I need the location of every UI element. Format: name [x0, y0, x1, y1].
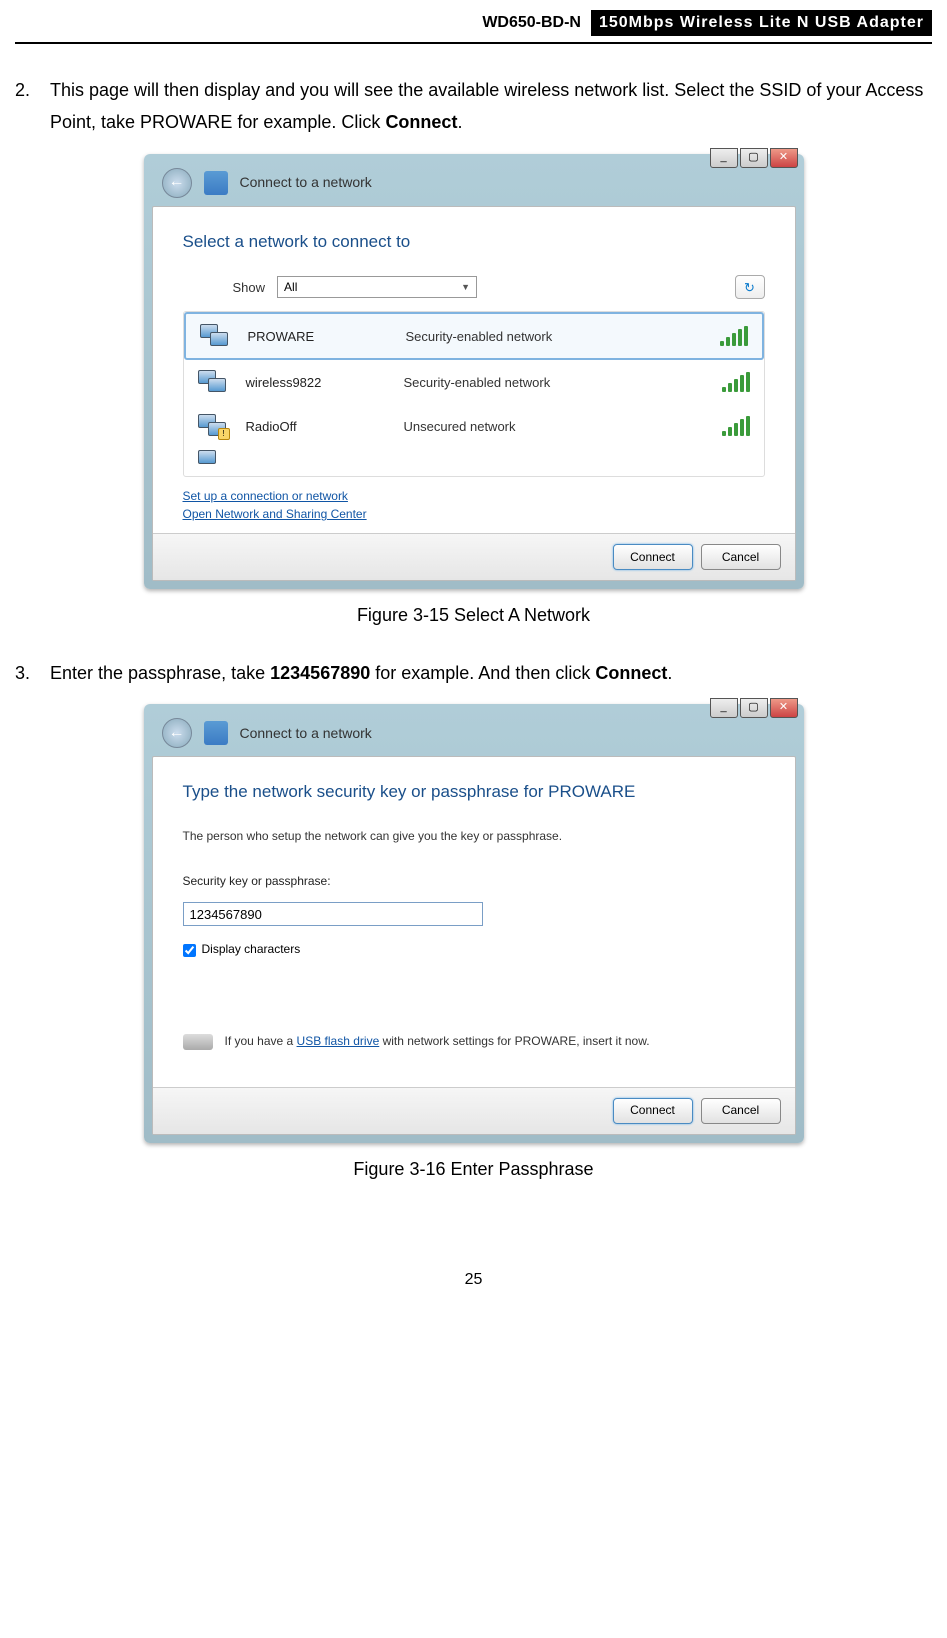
minimize-button[interactable]: _	[710, 698, 738, 718]
warning-icon: !	[218, 428, 230, 440]
setup-connection-link[interactable]: Set up a connection or network	[183, 487, 765, 505]
network-device-icon	[198, 450, 228, 474]
figure-caption: Figure 3-16 Enter Passphrase	[15, 1153, 932, 1185]
usb-drive-icon	[183, 1034, 213, 1050]
window-controls: _ ▢ ✕	[710, 148, 798, 168]
network-device-icon	[198, 370, 228, 394]
dialog-enter-passphrase: _ ▢ ✕ ← Connect to a network Type the ne…	[144, 704, 804, 1143]
figure-3-15: _ ▢ ✕ ← Connect to a network Select a ne…	[15, 154, 932, 632]
figure-3-16: _ ▢ ✕ ← Connect to a network Type the ne…	[15, 704, 932, 1185]
cancel-button[interactable]: Cancel	[701, 1098, 781, 1124]
network-row-radiooff[interactable]: ! RadioOff Unsecured network	[184, 404, 764, 448]
network-device-icon: !	[198, 414, 228, 438]
network-list: PROWARE Security-enabled network wireles…	[183, 311, 765, 477]
network-row-partial[interactable]	[184, 448, 764, 476]
connect-button[interactable]: Connect	[613, 1098, 693, 1124]
dialog-select-network: _ ▢ ✕ ← Connect to a network Select a ne…	[144, 154, 804, 590]
step-3: 3. Enter the passphrase, take 1234567890…	[15, 657, 932, 689]
bold-connect: Connect	[385, 112, 457, 132]
open-network-center-link[interactable]: Open Network and Sharing Center	[183, 505, 765, 523]
step-2: 2. This page will then display and you w…	[15, 74, 932, 139]
signal-icon	[720, 326, 748, 346]
maximize-button[interactable]: ▢	[740, 698, 768, 718]
text: If you have a	[225, 1034, 297, 1048]
network-icon	[204, 171, 228, 195]
text: This page will then display and you will…	[50, 80, 923, 132]
button-bar: Connect Cancel	[153, 1087, 795, 1134]
text: with network settings for PROWARE, inser…	[379, 1034, 649, 1048]
signal-icon	[722, 416, 750, 436]
show-filter-row: Show All ▼ ↻	[233, 275, 765, 299]
step-number: 2.	[15, 74, 50, 139]
usb-flash-drive-link[interactable]: USB flash drive	[297, 1034, 380, 1048]
step-text: This page will then display and you will…	[50, 74, 932, 139]
bold-passphrase: 1234567890	[270, 663, 370, 683]
text: .	[667, 663, 672, 683]
passphrase-label: Security key or passphrase:	[183, 871, 765, 893]
window-controls: _ ▢ ✕	[710, 698, 798, 718]
network-name: wireless9822	[246, 371, 386, 394]
network-name: RadioOff	[246, 415, 386, 438]
network-security: Security-enabled network	[404, 371, 704, 394]
minimize-button[interactable]: _	[710, 148, 738, 168]
network-device-icon	[200, 324, 230, 348]
back-button[interactable]: ←	[162, 168, 192, 198]
network-icon	[204, 721, 228, 745]
header-model: WD650-BD-N	[482, 14, 581, 32]
subtext: The person who setup the network can giv…	[183, 826, 765, 848]
cancel-button[interactable]: Cancel	[701, 544, 781, 570]
network-row-wireless9822[interactable]: wireless9822 Security-enabled network	[184, 360, 764, 404]
network-name: PROWARE	[248, 325, 388, 348]
network-row-proware[interactable]: PROWARE Security-enabled network	[184, 312, 764, 360]
text: .	[457, 112, 462, 132]
chevron-down-icon: ▼	[461, 279, 470, 295]
connect-button[interactable]: Connect	[613, 544, 693, 570]
text: for example. And then click	[370, 663, 595, 683]
close-button[interactable]: ✕	[770, 148, 798, 168]
bold-connect: Connect	[595, 663, 667, 683]
header-title: 150Mbps Wireless Lite N USB Adapter	[591, 10, 932, 36]
button-bar: Connect Cancel	[153, 533, 795, 580]
display-characters-checkbox[interactable]	[183, 944, 196, 957]
step-text: Enter the passphrase, take 1234567890 fo…	[50, 657, 932, 689]
panel-heading: Type the network security key or passphr…	[183, 777, 765, 808]
network-security: Unsecured network	[404, 415, 704, 438]
step-number: 3.	[15, 657, 50, 689]
display-characters-row: Display characters	[183, 939, 765, 961]
display-characters-label: Display characters	[202, 939, 301, 961]
nav-row: ← Connect to a network	[152, 712, 796, 754]
nav-title: Connect to a network	[240, 170, 372, 195]
panel-heading: Select a network to connect to	[183, 227, 765, 258]
show-label: Show	[233, 276, 266, 299]
inner-panel: Select a network to connect to Show All …	[152, 206, 796, 582]
maximize-button[interactable]: ▢	[740, 148, 768, 168]
figure-caption: Figure 3-15 Select A Network	[15, 599, 932, 631]
back-button[interactable]: ←	[162, 718, 192, 748]
page-content: 2. This page will then display and you w…	[15, 44, 932, 1241]
links-row: Set up a connection or network Open Netw…	[183, 477, 765, 523]
nav-row: ← Connect to a network	[152, 162, 796, 204]
network-security: Security-enabled network	[406, 325, 702, 348]
inner-panel: Type the network security key or passphr…	[152, 756, 796, 1135]
show-dropdown[interactable]: All ▼	[277, 276, 477, 298]
close-button[interactable]: ✕	[770, 698, 798, 718]
passphrase-input[interactable]	[183, 902, 483, 926]
nav-title: Connect to a network	[240, 721, 372, 746]
text: Enter the passphrase, take	[50, 663, 270, 683]
page-number: 25	[15, 1241, 932, 1299]
refresh-button[interactable]: ↻	[735, 275, 765, 299]
dropdown-value: All	[284, 277, 297, 299]
signal-icon	[722, 372, 750, 392]
page-header: WD650-BD-N 150Mbps Wireless Lite N USB A…	[15, 0, 932, 44]
usb-hint-row: If you have a USB flash drive with netwo…	[183, 1031, 765, 1053]
